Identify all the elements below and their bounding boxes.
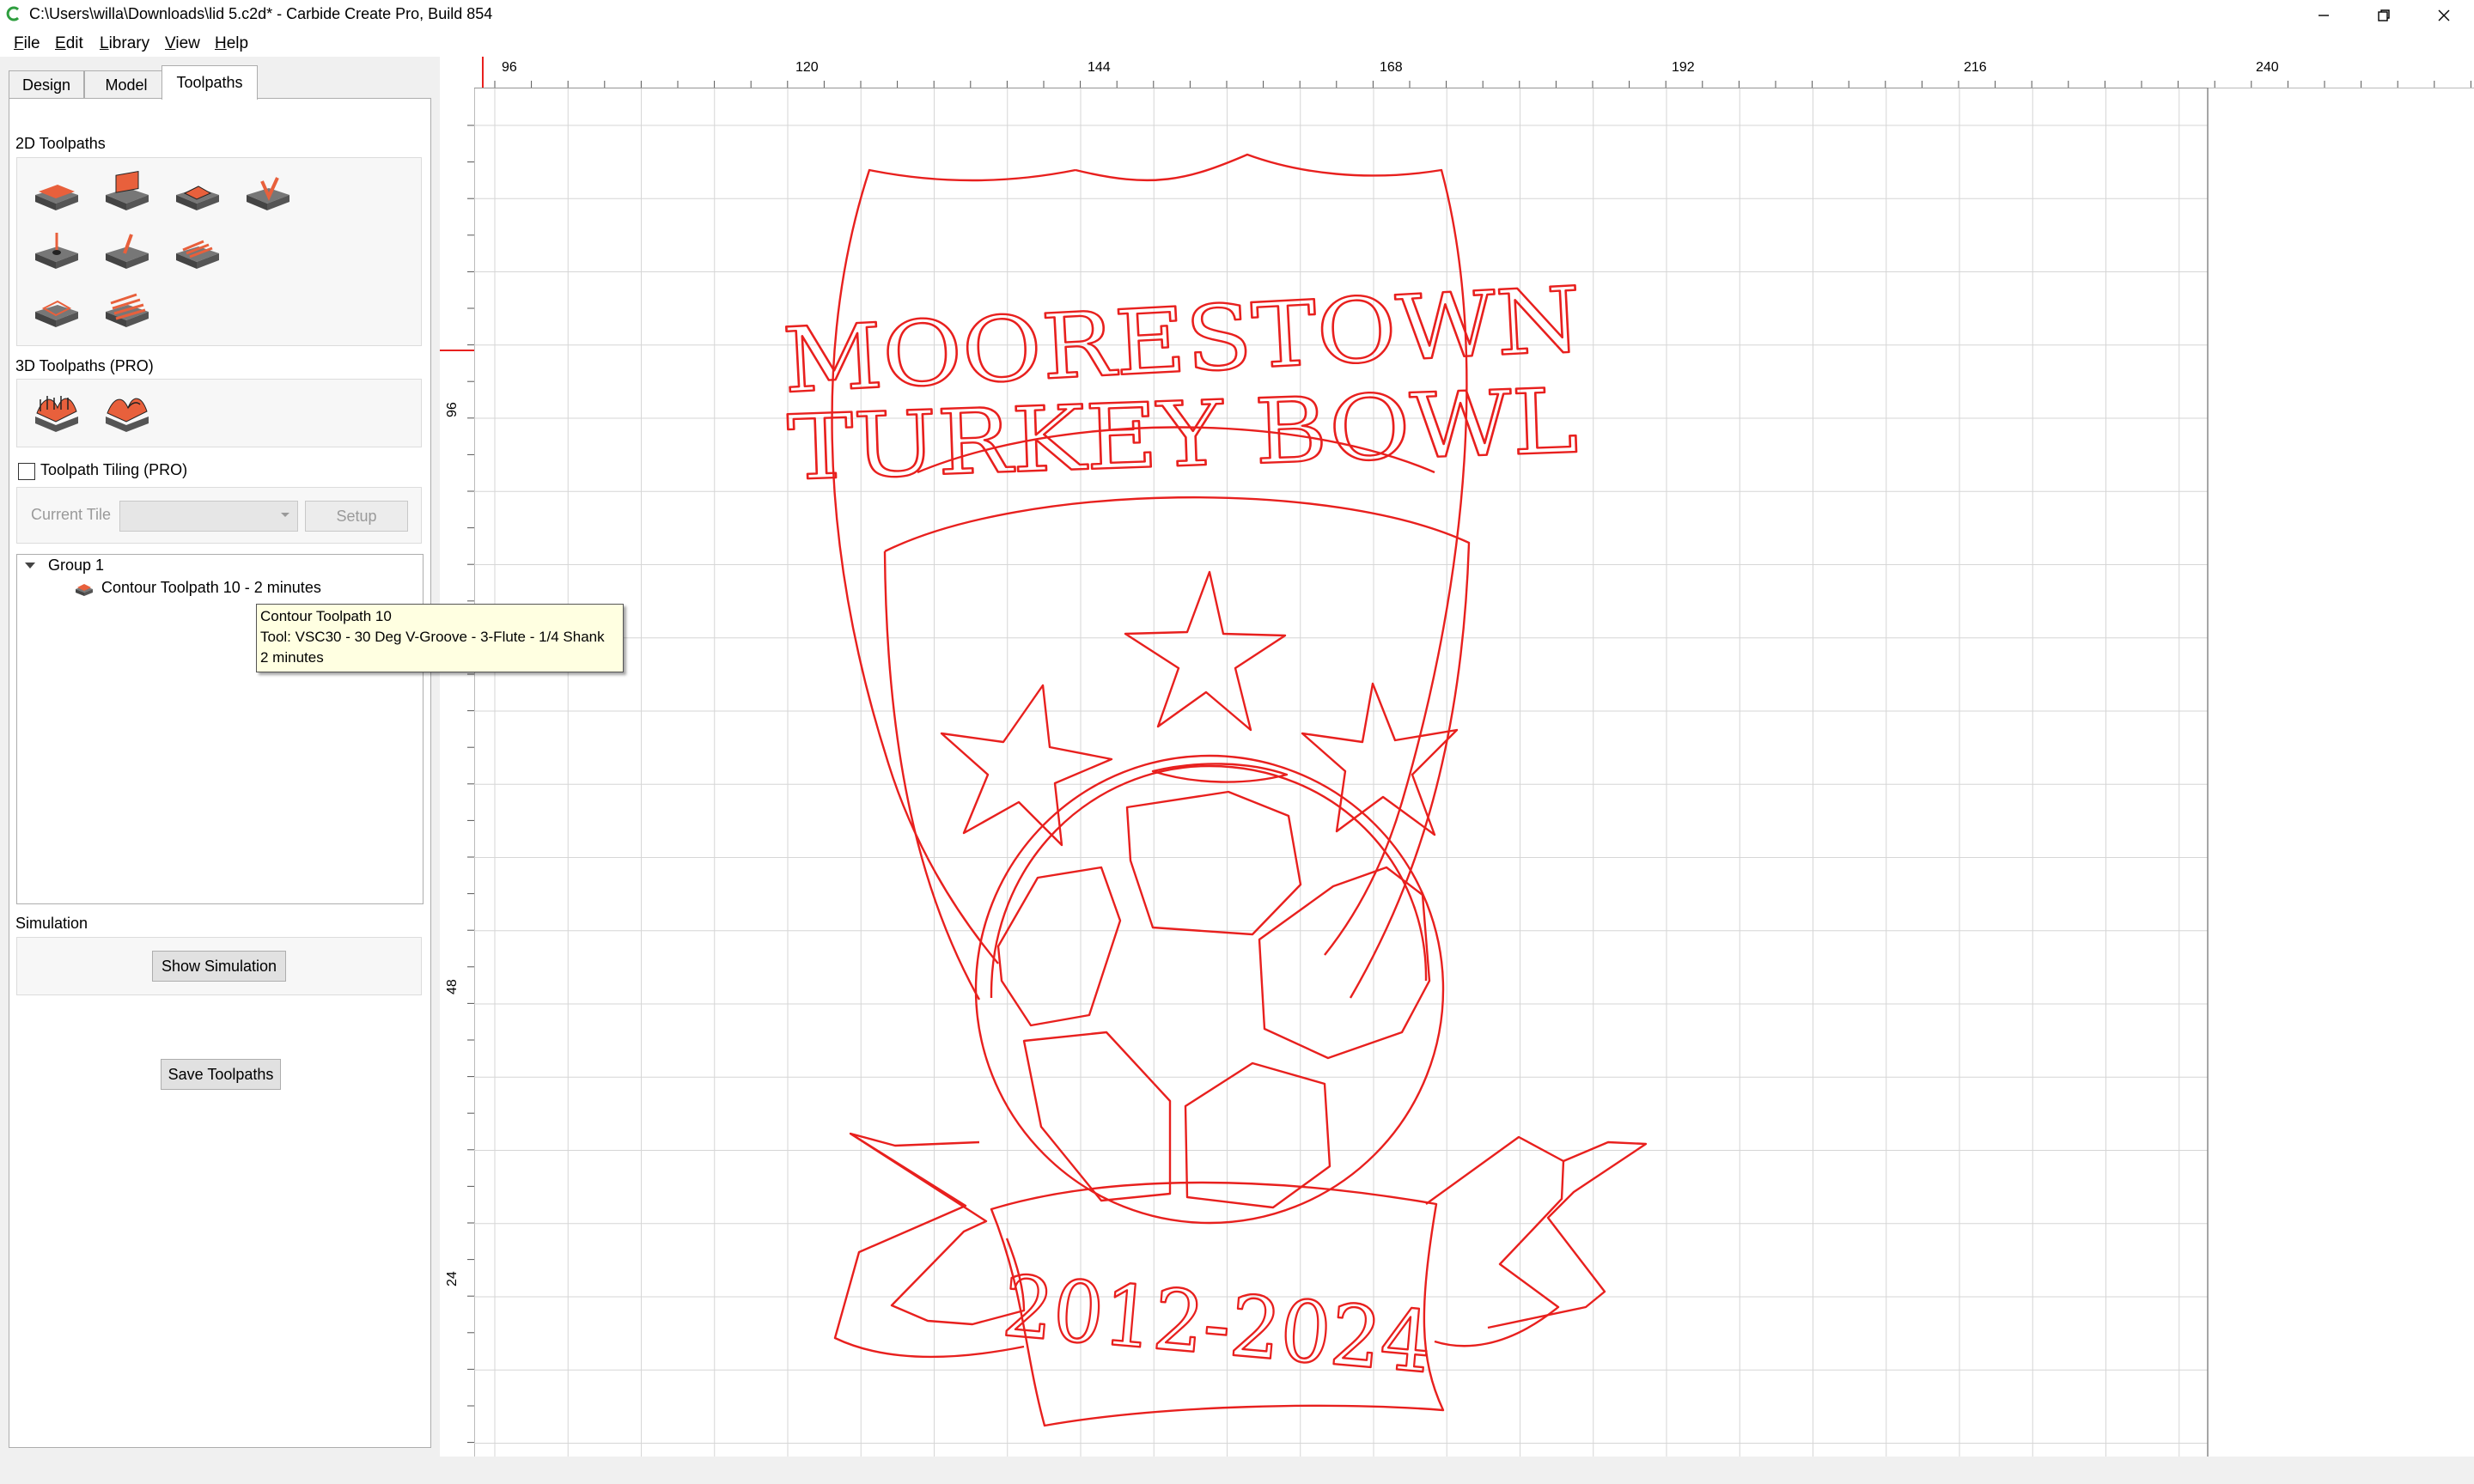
ribbon-left-fold bbox=[833, 1132, 1025, 1359]
menu-help[interactable]: Help bbox=[215, 34, 248, 53]
save-toolpaths-button[interactable]: Save Toolpaths bbox=[161, 1059, 281, 1090]
tab-toolpaths[interactable]: Toolpaths bbox=[161, 65, 258, 100]
ball-panel-top bbox=[1125, 790, 1302, 936]
restore-icon bbox=[2378, 9, 2390, 21]
ruler-left: 96 48 24 bbox=[440, 88, 475, 1457]
title-bar: C:\Users\willa\Downloads\lid 5.c2d* - Ca… bbox=[0, 0, 2474, 31]
ruler-top-label: 144 bbox=[1088, 60, 1111, 75]
3d-rough-toolpath-icon[interactable] bbox=[32, 387, 82, 435]
toolpath-tiling-label: Toolpath Tiling (PRO) bbox=[40, 461, 188, 478]
chevron-down-icon bbox=[281, 513, 289, 517]
star-right bbox=[1301, 682, 1459, 836]
chamfer-toolpath-icon[interactable] bbox=[32, 286, 82, 334]
years-text: 2012-2024 bbox=[999, 1258, 1435, 1393]
ruler-left-label: 24 bbox=[445, 1271, 460, 1286]
advanced-pocket-toolpath-icon[interactable] bbox=[173, 169, 222, 217]
menu-edit[interactable]: Edit bbox=[55, 34, 83, 53]
status-bar bbox=[0, 1457, 2474, 1484]
engrave-toolpath-icon[interactable] bbox=[102, 228, 152, 276]
crest-design: MOORESTOWN TURKEY BOWL 2012-2024 bbox=[779, 153, 1648, 1427]
ruler-top-label: 216 bbox=[1964, 60, 1987, 75]
ruler-left-label: 96 bbox=[445, 402, 460, 417]
ruler-corner bbox=[440, 57, 475, 88]
minimize-button[interactable] bbox=[2294, 0, 2354, 31]
tooltip-time: 2 minutes bbox=[260, 649, 324, 666]
design-canvas[interactable]: 96 120 144 168 192 216 240 96 48 24 MOOR… bbox=[440, 57, 2474, 1457]
close-icon bbox=[2438, 9, 2450, 21]
window-title: C:\Users\willa\Downloads\lid 5.c2d* - Ca… bbox=[29, 5, 493, 22]
v-carve-toolpath-icon[interactable] bbox=[243, 169, 293, 217]
flatten-toolpath-icon[interactable] bbox=[102, 286, 152, 334]
drawing-area[interactable]: MOORESTOWN TURKEY BOWL 2012-2024 bbox=[474, 88, 2474, 1457]
current-tile-label: Current Tile bbox=[31, 506, 112, 523]
ruler-top-label: 240 bbox=[2256, 60, 2279, 75]
star-left bbox=[940, 684, 1113, 847]
ball-panel-right bbox=[1258, 866, 1431, 1060]
shield-inner bbox=[883, 496, 1471, 1000]
ball-panel-bottom-mid bbox=[1184, 1061, 1331, 1209]
contour-toolpath-icon[interactable] bbox=[32, 169, 82, 217]
toolpath-tiling-checkbox[interactable] bbox=[18, 463, 35, 480]
ball-outer-ring bbox=[974, 754, 1445, 1225]
ribbon-right-fold bbox=[1487, 1140, 1648, 1329]
ball-panel-bottom-left bbox=[1022, 1031, 1172, 1202]
ruler-top-label: 96 bbox=[502, 60, 517, 75]
tree-item-contour-toolpath[interactable]: Contour Toolpath 10 - 2 minutes bbox=[101, 579, 321, 597]
ruler-left-label: 48 bbox=[445, 979, 460, 994]
simulation-label: Simulation bbox=[15, 915, 88, 932]
texture-toolpath-icon[interactable] bbox=[173, 228, 222, 276]
ruler-top: 96 120 144 168 192 216 240 bbox=[474, 57, 2474, 88]
minimize-icon bbox=[2319, 15, 2329, 16]
tab-design[interactable]: Design bbox=[9, 70, 84, 99]
setup-button[interactable]: Setup bbox=[305, 501, 408, 532]
toolpath-tooltip: Contour Toolpath 10 Tool: VSC30 - 30 Deg… bbox=[256, 604, 624, 672]
ball-panel-left bbox=[996, 866, 1122, 1027]
contour-toolpath-item-icon bbox=[76, 584, 93, 596]
drill-toolpath-icon[interactable] bbox=[32, 228, 82, 276]
tree-group-label[interactable]: Group 1 bbox=[48, 556, 104, 575]
expand-arrow-icon[interactable] bbox=[24, 562, 36, 570]
ruler-top-label: 120 bbox=[795, 60, 819, 75]
close-button[interactable] bbox=[2414, 0, 2474, 31]
tooltip-tool: Tool: VSC30 - 30 Deg V-Groove - 3-Flute … bbox=[260, 629, 605, 645]
3d-finish-toolpath-icon[interactable] bbox=[102, 387, 152, 435]
ruler-top-label: 168 bbox=[1380, 60, 1403, 75]
pocket-toolpath-icon[interactable] bbox=[102, 169, 152, 217]
menu-file[interactable]: File bbox=[14, 34, 40, 53]
menu-bar: File Edit Library View Help bbox=[0, 31, 2474, 57]
restore-button[interactable] bbox=[2354, 0, 2414, 31]
current-tile-select[interactable] bbox=[119, 501, 298, 532]
show-simulation-button[interactable]: Show Simulation bbox=[152, 951, 286, 982]
carbide-create-icon bbox=[6, 6, 20, 21]
shield-outer bbox=[831, 153, 1468, 964]
tooltip-title: Contour Toolpath 10 bbox=[260, 608, 392, 624]
ruler-top-label: 192 bbox=[1672, 60, 1695, 75]
star-top bbox=[1124, 570, 1287, 732]
2d-toolpaths-label: 2D Toolpaths bbox=[15, 135, 106, 152]
toolpaths-panel: 2D Toolpaths 3D Toolpaths (PRO) Toolpath… bbox=[9, 98, 431, 1448]
menu-library[interactable]: Library bbox=[100, 34, 149, 53]
tab-model[interactable]: Model bbox=[84, 70, 168, 99]
menu-view[interactable]: View bbox=[165, 34, 200, 53]
3d-toolpaths-label: 3D Toolpaths (PRO) bbox=[15, 357, 154, 374]
